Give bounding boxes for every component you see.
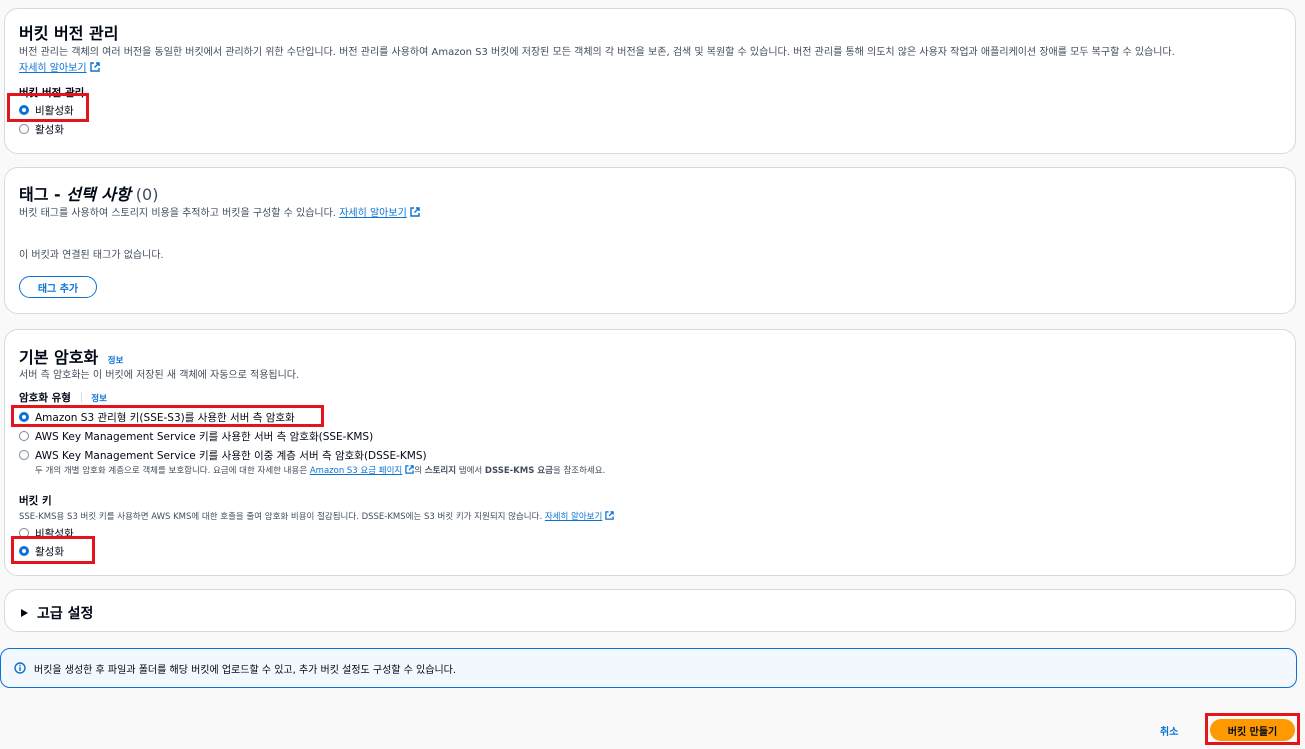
versioning-learn-more-link[interactable]: 자세히 알아보기 xyxy=(19,63,87,74)
tags-title-optional: 선택 사항 xyxy=(66,185,131,204)
encryption-info-link[interactable]: 정보 xyxy=(108,356,124,366)
versioning-card: 버킷 버전 관리 버전 관리는 객체의 여러 버전을 동일한 버킷에서 관리하기… xyxy=(4,8,1296,154)
info-icon xyxy=(14,662,26,674)
bucket-key-option-enable[interactable]: 활성화 xyxy=(19,543,64,559)
versioning-option-disable[interactable]: 비활성화 xyxy=(19,102,74,118)
encryption-type-label-wrap: 암호화 유형 정보 xyxy=(19,390,107,405)
external-link-icon xyxy=(405,465,414,474)
bucket-key-description: SSE-KMS용 S3 버킷 키를 사용하면 AWS KMS에 대한 호출을 줄… xyxy=(19,512,543,522)
dsse-desc-storage: 스토리지 xyxy=(424,466,457,476)
versioning-description: 버전 관리는 객체의 여러 버전을 동일한 버킷에서 관리하기 위한 수단입니다… xyxy=(19,47,1175,58)
dsse-desc-text: 의 xyxy=(414,466,425,476)
tags-description: 버킷 태그를 사용하여 스토리지 비용을 추적하고 버킷을 구성할 수 있습니다… xyxy=(19,208,336,219)
encryption-option-dsse-kms[interactable]: AWS Key Management Service 키를 사용한 이중 계층 … xyxy=(19,447,427,463)
dsse-desc-text: 두 개의 개별 암호화 계층으로 객체를 보호합니다. 요금에 대한 자세한 내… xyxy=(35,466,310,476)
versioning-option-enable[interactable]: 활성화 xyxy=(19,121,64,137)
bucket-key-label: 버킷 키 xyxy=(19,495,52,507)
radio-unchecked-icon xyxy=(19,124,29,134)
tags-empty-text: 이 버킷과 연결된 태그가 없습니다. xyxy=(19,250,164,261)
encryption-description: 서버 측 암호화는 이 버킷에 저장된 새 객체에 자동으로 적용됩니다. xyxy=(19,370,300,381)
create-bucket-page: 버킷 버전 관리 버전 관리는 객체의 여러 버전을 동일한 버킷에서 관리하기… xyxy=(0,0,1305,749)
advanced-settings-card[interactable]: 고급 설정 xyxy=(4,589,1296,632)
encryption-card: 기본 암호화 정보 서버 측 암호화는 이 버킷에 저장된 새 객체에 자동으로… xyxy=(4,329,1296,576)
versioning-title: 버킷 버전 관리 xyxy=(19,24,119,43)
encryption-title-wrap: 기본 암호화 정보 xyxy=(19,344,123,368)
bucket-key-option-label: 활성화 xyxy=(35,545,64,558)
tags-title: 태그 - 선택 사항 (0) xyxy=(19,181,158,205)
bucket-key-description-wrap: SSE-KMS용 S3 버킷 키를 사용하면 AWS KMS에 대한 호출을 줄… xyxy=(19,510,615,522)
external-link-icon xyxy=(89,62,100,72)
radio-checked-icon xyxy=(19,105,29,115)
radio-checked-icon xyxy=(19,412,29,422)
encryption-option-sse-s3[interactable]: Amazon S3 관리형 키(SSE-S3)를 사용한 서버 측 암호화 xyxy=(19,409,295,425)
tags-learn-more-link[interactable]: 자세히 알아보기 xyxy=(339,208,407,219)
bucket-key-option-label: 비활성화 xyxy=(35,527,74,540)
encryption-option-label: AWS Key Management Service 키를 사용한 이중 계층 … xyxy=(35,449,427,462)
radio-unchecked-icon xyxy=(19,431,29,441)
tags-count: (0) xyxy=(130,185,159,204)
radio-checked-icon xyxy=(19,546,29,556)
bucket-key-learn-more-link[interactable]: 자세히 알아보기 xyxy=(545,512,602,522)
encryption-type-info-link[interactable]: 정보 xyxy=(91,394,107,404)
info-alert: 버킷을 생성한 후 파일과 폴더를 해당 버킷에 업로드할 수 있고, 추가 버… xyxy=(0,648,1297,688)
bucket-key-option-disable[interactable]: 비활성화 xyxy=(19,525,74,541)
versioning-group-label: 버킷 버전 관리 xyxy=(19,87,85,99)
tags-card: 태그 - 선택 사항 (0) 버킷 태그를 사용하여 스토리지 비용을 추적하고… xyxy=(4,167,1296,314)
info-alert-text: 버킷을 생성한 후 파일과 폴더를 해당 버킷에 업로드할 수 있고, 추가 버… xyxy=(34,664,457,676)
versioning-option-label: 비활성화 xyxy=(35,104,74,117)
dsse-desc-pricing: DSSE-KMS 요금 xyxy=(484,466,553,476)
encryption-title: 기본 암호화 xyxy=(19,348,99,367)
external-link-icon xyxy=(605,511,615,520)
create-bucket-button[interactable]: 버킷 만들기 xyxy=(1210,719,1295,741)
versioning-option-label: 활성화 xyxy=(35,123,64,136)
s3-pricing-link[interactable]: Amazon S3 요금 페이지 xyxy=(310,466,402,476)
versioning-learn-more-wrap: 자세히 알아보기 xyxy=(19,59,100,74)
encryption-option-sse-kms[interactable]: AWS Key Management Service 키를 사용한 서버 측 암… xyxy=(19,428,373,444)
divider xyxy=(80,392,82,402)
tags-description-wrap: 버킷 태그를 사용하여 스토리지 비용을 추적하고 버킷을 구성할 수 있습니다… xyxy=(19,204,420,219)
caret-right-icon xyxy=(21,609,28,617)
add-tag-button[interactable]: 태그 추가 xyxy=(19,276,97,298)
external-link-icon xyxy=(410,207,420,217)
encryption-type-label: 암호화 유형 xyxy=(19,392,71,404)
encryption-option-label: AWS Key Management Service 키를 사용한 서버 측 암… xyxy=(35,430,374,443)
dsse-kms-description: 두 개의 개별 암호화 계층으로 객체를 보호합니다. 요금에 대한 자세한 내… xyxy=(35,464,605,476)
cancel-button[interactable]: 취소 xyxy=(1160,723,1178,738)
dsse-desc-text: 탭에서 xyxy=(456,466,485,476)
radio-unchecked-icon xyxy=(19,528,29,538)
dsse-desc-text: 을 참조하세요. xyxy=(552,466,606,476)
radio-unchecked-icon xyxy=(19,450,29,460)
tags-title-text: 태그 - xyxy=(19,185,67,204)
advanced-settings-title: 고급 설정 xyxy=(37,606,94,622)
encryption-option-label: Amazon S3 관리형 키(SSE-S3)를 사용한 서버 측 암호화 xyxy=(35,411,295,424)
advanced-settings-toggle[interactable]: 고급 설정 xyxy=(19,603,93,623)
